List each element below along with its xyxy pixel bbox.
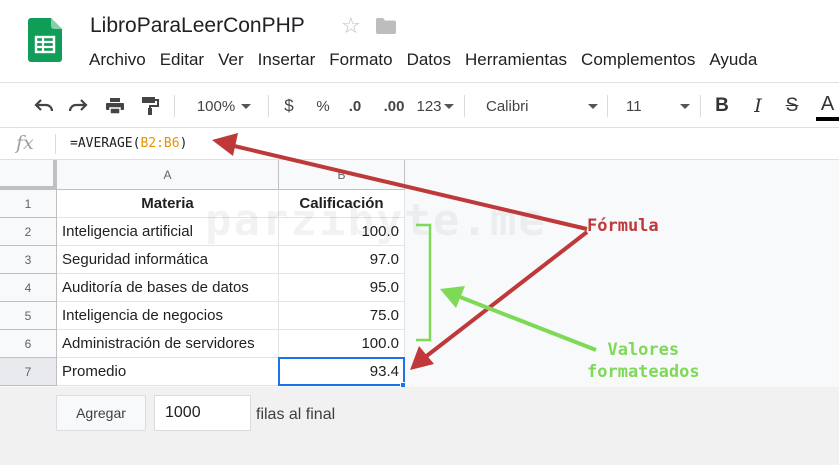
row-header[interactable]: 6	[0, 330, 57, 358]
zoom-value: 100%	[196, 97, 236, 115]
formula-bar: fx =AVERAGE(B2:B6)	[0, 128, 839, 160]
row-header[interactable]: 1	[0, 190, 57, 218]
cell-b5[interactable]: 75.0	[279, 302, 405, 330]
watermark-text: parzibyte.me	[205, 195, 547, 246]
document-title[interactable]: LibroParaLeerConPHP	[90, 14, 305, 38]
redo-icon[interactable]	[66, 93, 90, 119]
menu-editar[interactable]: Editar	[153, 49, 211, 71]
menu-ver[interactable]: Ver	[211, 49, 251, 71]
undo-icon[interactable]	[32, 93, 56, 119]
column-header-b[interactable]: B	[279, 160, 405, 190]
add-rows-bar: Agregar filas al final	[0, 387, 839, 465]
menu-ayuda[interactable]: Ayuda	[702, 49, 764, 71]
row-header[interactable]: 3	[0, 246, 57, 274]
decrease-decimal-button[interactable]: .0	[344, 93, 366, 119]
more-formats-button[interactable]: 123	[414, 93, 456, 119]
menu-herramientas[interactable]: Herramientas	[458, 49, 574, 71]
menu-bar: Archivo Editar Ver Insertar Formato Dato…	[82, 49, 764, 71]
text-color-button[interactable]: A	[816, 91, 839, 121]
font-size-select[interactable]: 11	[626, 93, 690, 119]
currency-format-button[interactable]: $	[280, 93, 298, 119]
cell-a3[interactable]: Seguridad informática	[57, 246, 279, 274]
selected-cell-outline	[278, 357, 405, 386]
chevron-down-icon	[680, 103, 690, 109]
chevron-down-icon	[588, 103, 598, 109]
column-header-a[interactable]: A	[57, 160, 279, 190]
print-icon[interactable]	[103, 93, 127, 119]
rows-label: filas al final	[256, 406, 336, 423]
formula-annotation: Fórmula	[587, 216, 659, 236]
row-header[interactable]: 5	[0, 302, 57, 330]
values-annotation: Valores formateados	[587, 340, 700, 382]
formula-range-ref: B2:B6	[140, 136, 180, 151]
cell-b4[interactable]: 95.0	[279, 274, 405, 302]
zoom-select[interactable]: 100%	[188, 93, 260, 119]
star-icon[interactable]: ☆	[341, 13, 361, 39]
chevron-down-icon	[241, 103, 252, 109]
cell-a6[interactable]: Administración de servidores	[57, 330, 279, 358]
chevron-down-icon	[443, 103, 454, 109]
cell-b3[interactable]: 97.0	[279, 246, 405, 274]
italic-button[interactable]: I	[748, 93, 768, 119]
font-family-select[interactable]: Calibri	[486, 93, 598, 119]
cell-a7[interactable]: Promedio	[57, 358, 279, 386]
select-all-corner[interactable]	[0, 160, 57, 190]
percent-format-button[interactable]: %	[314, 93, 332, 119]
fx-icon: fx	[16, 132, 34, 154]
rows-count-input[interactable]	[154, 395, 251, 431]
folder-icon[interactable]	[375, 17, 397, 40]
increase-decimal-button[interactable]: .00	[380, 93, 408, 119]
row-header[interactable]: 4	[0, 274, 57, 302]
menu-archivo[interactable]: Archivo	[82, 49, 153, 71]
add-rows-button[interactable]: Agregar	[56, 395, 146, 431]
bold-button[interactable]: B	[712, 93, 732, 119]
paint-format-icon[interactable]	[138, 93, 162, 119]
strikethrough-button[interactable]: S	[782, 93, 802, 119]
menu-formato[interactable]: Formato	[322, 49, 399, 71]
row-header[interactable]: 7	[0, 358, 57, 386]
menu-complementos[interactable]: Complementos	[574, 49, 702, 71]
menu-insertar[interactable]: Insertar	[251, 49, 323, 71]
toolbar: 100% $ % .0 .00 123 Calibri 11 B I S A	[0, 82, 839, 128]
cell-a5[interactable]: Inteligencia de negocios	[57, 302, 279, 330]
sheets-logo-icon[interactable]	[28, 18, 62, 62]
menu-datos[interactable]: Datos	[400, 49, 458, 71]
sheets-window: LibroParaLeerConPHP ☆ Archivo Editar Ver…	[0, 0, 839, 465]
cell-b6[interactable]: 100.0	[279, 330, 405, 358]
row-header[interactable]: 2	[0, 218, 57, 246]
formula-input[interactable]: =AVERAGE(B2:B6)	[70, 136, 187, 151]
cell-a4[interactable]: Auditoría de bases de datos	[57, 274, 279, 302]
